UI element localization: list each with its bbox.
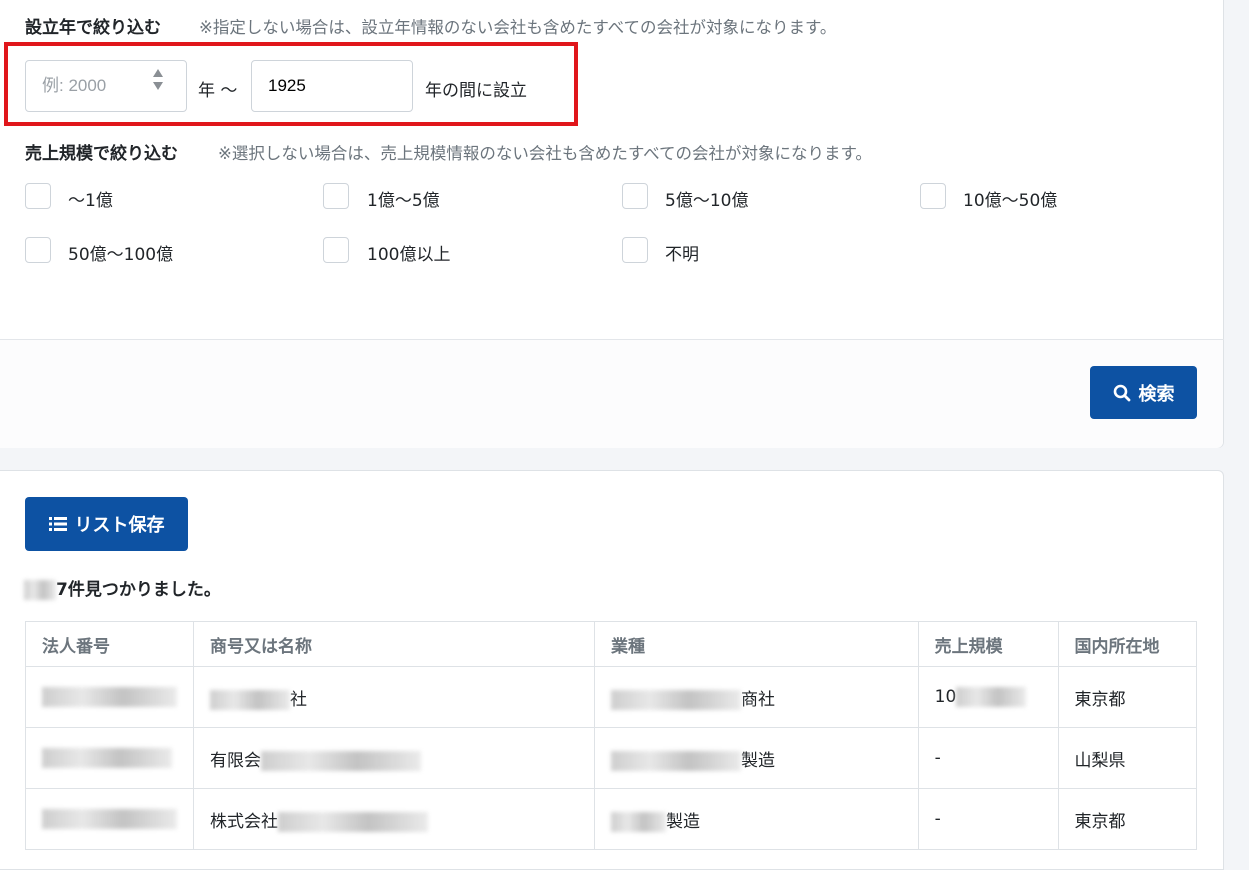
revenue-text: 10 xyxy=(934,687,957,707)
redacted-block xyxy=(42,748,172,768)
column-header: 国内所在地 xyxy=(1057,621,1197,667)
company-name-cell[interactable]: 社 xyxy=(193,666,595,728)
table-row[interactable]: 株式会社 製造 - 東京都 xyxy=(25,788,1197,850)
redacted-block xyxy=(610,689,741,710)
redacted-block xyxy=(610,750,741,771)
corp-number-cell xyxy=(25,788,194,850)
company-name-text: 有限会 xyxy=(210,750,261,771)
industry-text: 商社 xyxy=(740,689,775,710)
location-cell: 東京都 xyxy=(1057,788,1197,850)
redacted-block xyxy=(42,809,177,829)
company-name-cell[interactable]: 有限会 xyxy=(193,727,595,789)
corp-number-cell xyxy=(25,666,194,728)
column-header: 法人番号 xyxy=(25,621,194,667)
redacted-block xyxy=(261,750,421,771)
redacted-block xyxy=(210,689,290,710)
location-cell: 山梨県 xyxy=(1057,727,1197,789)
revenue-cell: - xyxy=(917,788,1059,850)
results-table: 法人番号 商号又は名称 業種 売上規模 国内所在地 社 商社 10 東京都 有限… xyxy=(25,621,1197,850)
table-header-row: 法人番号 商号又は名称 業種 売上規模 国内所在地 xyxy=(25,621,1197,667)
revenue-cell: - xyxy=(917,727,1059,789)
redacted-block xyxy=(610,811,666,832)
industry-cell: 製造 xyxy=(593,727,919,789)
revenue-cell: 10 xyxy=(917,666,1059,728)
industry-text: 製造 xyxy=(740,750,775,771)
company-name-text: 社 xyxy=(290,689,307,710)
redacted-block xyxy=(278,811,428,832)
company-name-cell[interactable]: 株式会社 xyxy=(193,788,595,850)
company-name-text: 株式会社 xyxy=(210,811,278,832)
industry-text: 製造 xyxy=(665,811,700,832)
industry-cell: 製造 xyxy=(593,788,919,850)
table-row[interactable]: 有限会 製造 - 山梨県 xyxy=(25,727,1197,789)
column-header: 業種 xyxy=(593,621,919,667)
location-cell: 東京都 xyxy=(1057,666,1197,728)
table-row[interactable]: 社 商社 10 東京都 xyxy=(25,666,1197,728)
corp-number-cell xyxy=(25,727,194,789)
column-header: 売上規模 xyxy=(917,621,1059,667)
column-header: 商号又は名称 xyxy=(193,621,595,667)
redacted-block xyxy=(956,687,1027,707)
redacted-block xyxy=(42,687,177,707)
industry-cell: 商社 xyxy=(593,666,919,728)
